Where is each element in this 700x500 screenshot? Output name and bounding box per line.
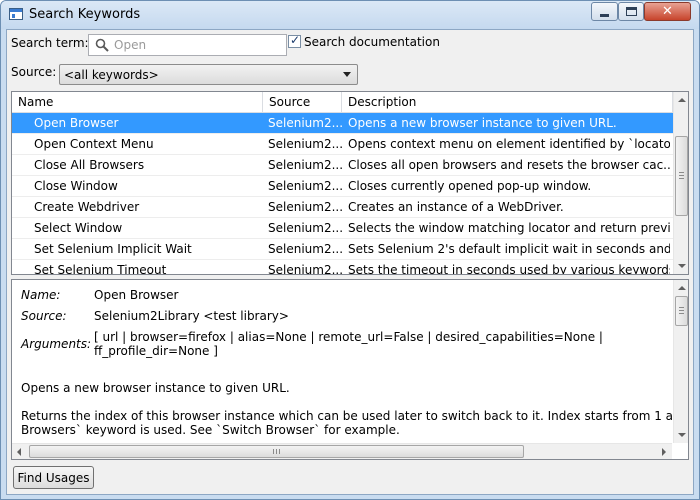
search-keywords-window: Search Keywords ✕ Search term: ✓ Search …: [0, 0, 700, 500]
scroll-right-arrow-icon[interactable]: [656, 444, 671, 459]
scrollbar-thumb[interactable]: [675, 136, 688, 216]
table-row[interactable]: Close All Browsers Selenium2... Closes a…: [12, 155, 673, 176]
table-row[interactable]: Set Selenium Timeout Selenium2... Sets t…: [12, 260, 673, 274]
scroll-down-arrow-icon[interactable]: [674, 258, 688, 274]
search-input[interactable]: [114, 37, 282, 53]
table-row[interactable]: Select Window Selenium2... Selects the w…: [12, 218, 673, 239]
scroll-up-arrow-icon[interactable]: [674, 280, 688, 296]
source-label: Source:: [11, 65, 57, 79]
table-row[interactable]: Open Browser Selenium2... Opens a new br…: [12, 113, 673, 134]
title-bar[interactable]: Search Keywords ✕: [1, 1, 699, 29]
doc-paragraph-line-2: Browsers` keyword is used. See `Switch B…: [21, 423, 400, 437]
detail-arguments-line-2: ff_profile_dir=None ]: [94, 344, 218, 358]
column-header-description[interactable]: Description: [342, 92, 673, 113]
detail-name-label: Name:: [21, 288, 61, 302]
app-window-icon: [9, 8, 23, 20]
scroll-up-arrow-icon[interactable]: [674, 92, 688, 108]
close-icon: ✕: [662, 4, 673, 19]
detail-arguments-line-1: [ url | browser=firefox | alias=None | r…: [94, 330, 603, 344]
keywords-table: Name Source Description Open Browser Sel…: [11, 91, 689, 275]
window-title: Search Keywords: [29, 7, 141, 22]
find-usages-button[interactable]: Find Usages: [13, 466, 94, 489]
keyword-details-panel: Name: Open Browser Source: Selenium2Libr…: [11, 279, 689, 460]
detail-source-value: Selenium2Library <test library>: [94, 309, 289, 323]
close-button[interactable]: ✕: [644, 2, 691, 21]
detail-arguments-label: Arguments:: [21, 337, 92, 351]
doc-paragraph-line-1: Returns the index of this browser instan…: [21, 409, 688, 423]
search-term-label: Search term:: [11, 36, 89, 50]
chevron-down-icon: [343, 72, 351, 77]
details-vertical-scrollbar[interactable]: [673, 280, 688, 443]
table-row[interactable]: Set Selenium Implicit Wait Selenium2... …: [12, 239, 673, 260]
table-vertical-scrollbar[interactable]: [673, 92, 688, 274]
doc-summary: Opens a new browser instance to given UR…: [21, 381, 290, 395]
check-mark-icon: ✓: [290, 33, 301, 47]
table-rows: Open Browser Selenium2... Opens a new br…: [12, 113, 673, 274]
dialog-body: Search term: ✓ Search documentation Sour…: [6, 29, 694, 495]
minimize-icon: [600, 14, 609, 17]
search-documentation-label[interactable]: Search documentation: [304, 35, 440, 49]
details-horizontal-scrollbar[interactable]: [12, 443, 672, 459]
maximize-button[interactable]: [618, 2, 644, 21]
source-dropdown[interactable]: <all keywords>: [59, 64, 358, 85]
column-header-source[interactable]: Source: [263, 92, 342, 113]
table-row[interactable]: Create Webdriver Selenium2... Creates an…: [12, 197, 673, 218]
minimize-button[interactable]: [591, 2, 618, 21]
maximize-icon: [626, 7, 637, 16]
table-row[interactable]: Open Context Menu Selenium2... Opens con…: [12, 134, 673, 155]
scroll-left-arrow-icon[interactable]: [12, 444, 27, 459]
scroll-down-arrow-icon[interactable]: [674, 427, 688, 443]
source-dropdown-value: <all keywords>: [64, 68, 159, 82]
search-box[interactable]: [88, 34, 287, 56]
detail-source-label: Source:: [21, 309, 67, 323]
detail-name-value: Open Browser: [94, 288, 179, 302]
search-icon: [95, 38, 109, 52]
table-row[interactable]: Close Window Selenium2... Closes current…: [12, 176, 673, 197]
scrollbar-thumb[interactable]: [29, 445, 524, 458]
column-header-name[interactable]: Name: [12, 92, 263, 113]
scrollbar-thumb[interactable]: [675, 296, 688, 326]
search-documentation-checkbox[interactable]: ✓: [288, 33, 301, 48]
